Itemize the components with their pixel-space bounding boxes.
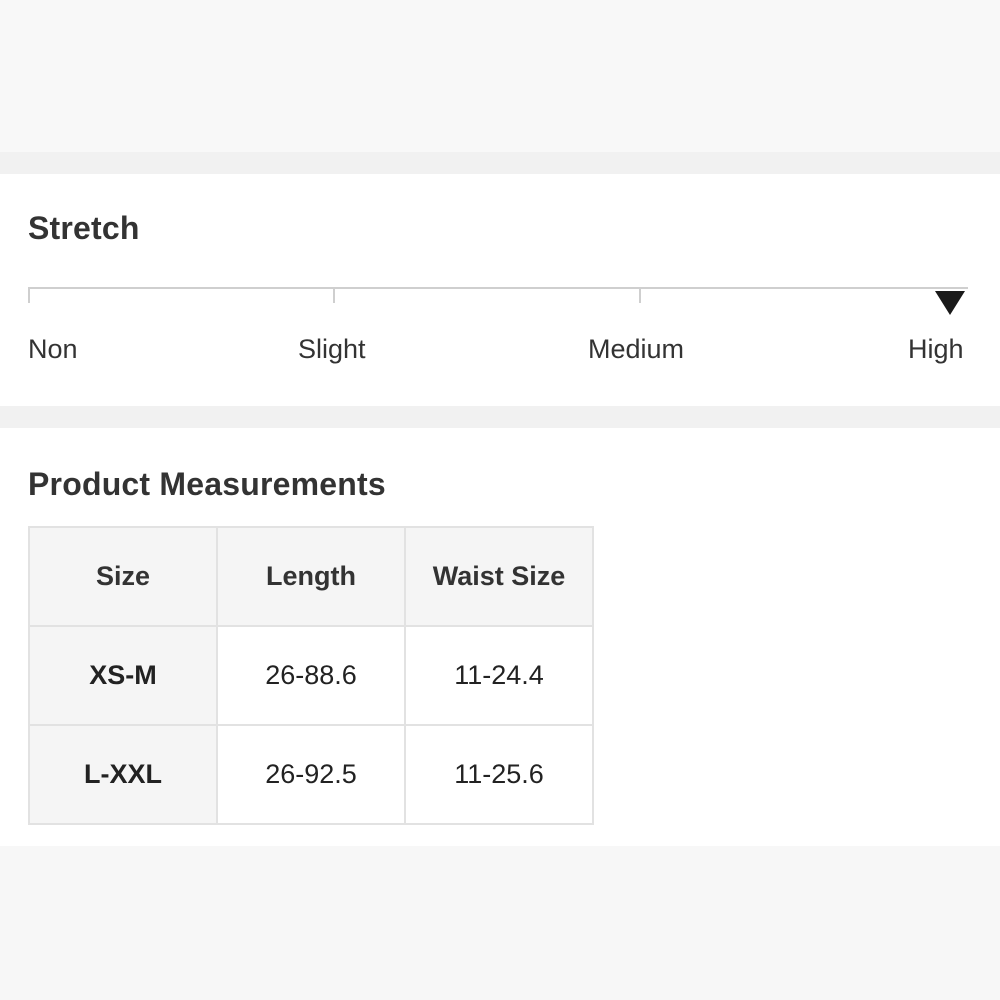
row-size-cell: L-XXL [28, 724, 218, 825]
table-row: XS-M 26-88.6 11-24.4 [28, 625, 594, 726]
measurements-section: Product Measurements Size Length Waist S… [0, 428, 1000, 846]
page: Stretch Non Slight Medium High Product M… [0, 0, 1000, 1000]
bottom-background [0, 846, 1000, 1000]
stretch-tick-medium [639, 287, 641, 303]
length-cell: 26-88.6 [216, 625, 406, 726]
stretch-label-non: Non [28, 334, 78, 364]
table-header-row: Size Length Waist Size [28, 526, 594, 627]
stretch-scale-line [28, 287, 968, 289]
section-divider [0, 152, 1000, 174]
section-divider [0, 406, 1000, 428]
row-size-cell: XS-M [28, 625, 218, 726]
stretch-label-slight: Slight [298, 334, 366, 364]
column-header-size: Size [28, 526, 218, 627]
waist-size-cell: 11-25.6 [404, 724, 594, 825]
stretch-label-medium: Medium [588, 334, 685, 364]
stretch-title: Stretch [28, 210, 140, 246]
table-row: L-XXL 26-92.5 11-25.6 [28, 724, 594, 825]
waist-size-cell: 11-24.4 [404, 625, 594, 726]
column-header-length: Length [216, 526, 406, 627]
stretch-section: Stretch Non Slight Medium High [0, 174, 1000, 406]
stretch-level-indicator-icon [935, 291, 965, 315]
length-cell: 26-92.5 [216, 724, 406, 825]
stretch-tick-slight [333, 287, 335, 303]
stretch-tick-non [28, 287, 30, 303]
measurements-table: Size Length Waist Size XS-M 26-88.6 11-2… [28, 526, 594, 825]
column-header-waist-size: Waist Size [404, 526, 594, 627]
measurements-title: Product Measurements [28, 466, 386, 502]
top-background [0, 0, 1000, 152]
stretch-label-high: High [908, 334, 964, 364]
